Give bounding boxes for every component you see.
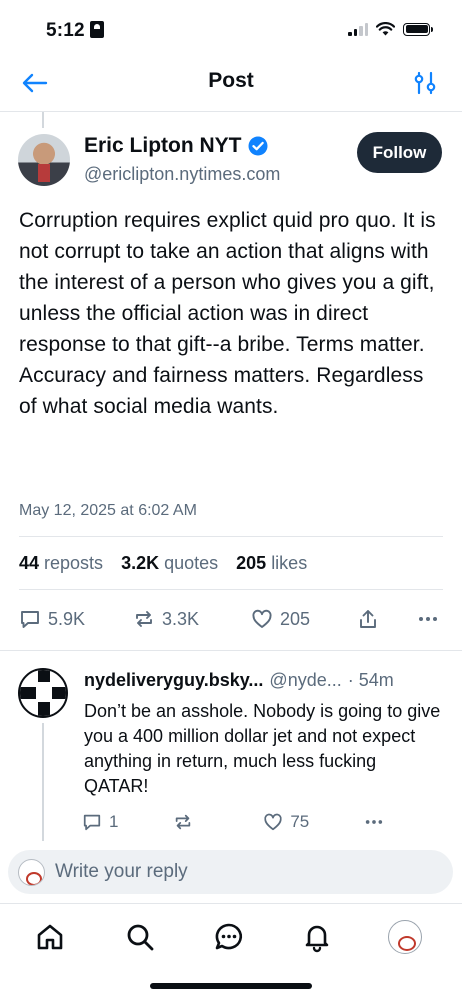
repost-icon <box>175 814 190 830</box>
search-icon <box>127 924 154 951</box>
reposts-count: 44 <box>19 553 40 573</box>
follow-button[interactable]: Follow <box>357 132 442 173</box>
status-time: 5:12 <box>46 20 85 41</box>
author-handle[interactable]: @ericlipton.nytimes.com <box>84 164 280 185</box>
like-button[interactable]: 205 <box>251 608 357 630</box>
reply-like-count: 75 <box>290 812 310 831</box>
divider <box>19 536 443 537</box>
home-icon <box>37 924 63 950</box>
share-icon <box>360 610 376 628</box>
tab-chat[interactable] <box>213 921 245 953</box>
sliders-icon <box>414 71 436 95</box>
home-indicator <box>150 983 312 989</box>
reply-like-button[interactable]: 75 <box>263 812 333 832</box>
quotes-stat[interactable]: 3.2K quotes <box>121 553 218 574</box>
quotes-count: 3.2K <box>121 553 160 573</box>
reply-repost-button[interactable] <box>173 812 233 832</box>
reply-count: 5.9K <box>48 608 86 629</box>
reply-more-button[interactable] <box>364 812 384 832</box>
reply-author-handle[interactable]: @nyde... <box>269 670 341 691</box>
thread-line <box>42 723 44 841</box>
post-text: Corruption requires explict quid pro quo… <box>19 209 436 418</box>
post-actions: 5.9K 3.3K 205 <box>19 604 443 634</box>
heart-icon <box>252 609 272 628</box>
author-avatar[interactable] <box>18 134 70 186</box>
speech-bubble-icon <box>83 814 101 831</box>
chat-bubble-icon <box>215 923 243 950</box>
page-title: Post <box>208 69 254 92</box>
reply-header: nydeliveryguy.bsky... @nyde... · 54m <box>84 670 394 691</box>
reposts-label: reposts <box>44 553 104 573</box>
likes-label: likes <box>271 553 308 573</box>
repost-icon <box>136 611 152 627</box>
share-button[interactable] <box>357 608 417 630</box>
status-indicators <box>348 22 433 36</box>
reply-author-name[interactable]: nydeliveryguy.bsky... <box>84 670 263 691</box>
reply-button[interactable]: 5.9K <box>19 608 125 630</box>
reply-reply-count: 1 <box>109 812 119 831</box>
nav-header: Post <box>0 56 462 112</box>
quotes-label: quotes <box>164 553 219 573</box>
reply-composer[interactable]: Write your reply <box>8 850 453 894</box>
repost-count: 3.3K <box>162 608 200 629</box>
reply-reply-button[interactable]: 1 <box>82 812 142 832</box>
author-name[interactable]: Eric Lipton NYT <box>84 134 268 158</box>
reply-post[interactable]: nydeliveryguy.bsky... @nyde... · 54m Don… <box>0 650 462 841</box>
bell-icon <box>305 925 329 953</box>
likes-count: 205 <box>236 553 267 573</box>
post-date: May 12, 2025 at 6:02 AM <box>19 502 197 519</box>
divider <box>19 589 443 590</box>
more-options-button[interactable] <box>417 608 439 630</box>
like-count: 205 <box>280 608 311 629</box>
heart-icon <box>264 813 282 831</box>
tab-notifications[interactable] <box>301 921 333 953</box>
battery-icon <box>403 22 433 36</box>
reply-actions: 1 75 <box>82 812 384 832</box>
verified-check-icon <box>248 136 267 156</box>
id-card-icon <box>90 21 104 38</box>
reply-timestamp: · 54m <box>347 670 394 690</box>
reply-text: Don’t be an asshole. Nobody is going to … <box>84 701 441 796</box>
tab-home[interactable] <box>34 921 66 953</box>
author-name-text: Eric Lipton NYT <box>84 134 242 157</box>
post-stats: 44 reposts 3.2K quotes 205 likes <box>19 553 307 574</box>
wifi-icon <box>376 22 395 36</box>
reposts-stat[interactable]: 44 reposts <box>19 553 103 574</box>
tab-profile-avatar[interactable] <box>388 920 422 954</box>
more-dots-icon <box>365 820 383 824</box>
thread-line <box>42 112 44 128</box>
tab-search[interactable] <box>124 921 156 953</box>
more-dots-icon <box>419 617 437 621</box>
speech-bubble-icon <box>21 611 39 628</box>
cellular-signal-icon <box>348 22 368 36</box>
likes-stat[interactable]: 205 likes <box>236 553 307 574</box>
thread-options-button[interactable] <box>412 70 438 96</box>
repost-button[interactable]: 3.3K <box>133 608 251 630</box>
composer-avatar <box>18 858 45 886</box>
reply-input-placeholder[interactable]: Write your reply <box>55 861 188 883</box>
status-bar: 5:12 <box>0 0 462 56</box>
reply-avatar[interactable] <box>18 668 68 718</box>
